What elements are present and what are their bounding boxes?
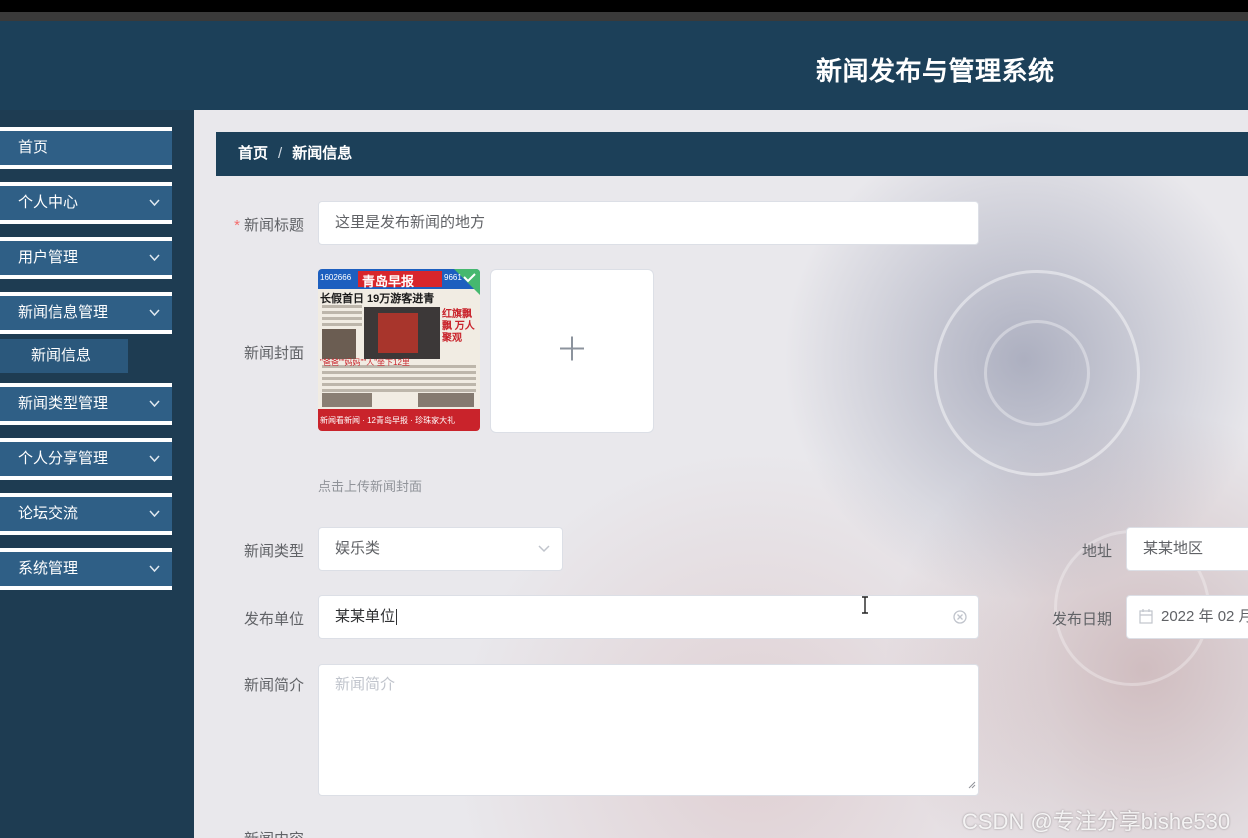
thumb-phone-left: 1602666 bbox=[320, 273, 352, 282]
breadcrumb-current: 新闻信息 bbox=[292, 145, 353, 162]
cover-label: 新闻封面 bbox=[243, 345, 304, 362]
news-type-value: 娱乐类 bbox=[335, 540, 381, 557]
window-top-bar bbox=[0, 0, 1248, 12]
sidebar-item-forum[interactable]: 论坛交流 bbox=[0, 493, 172, 535]
required-mark: * bbox=[234, 217, 240, 234]
thumb-side-text: 红旗飘飘 万人聚观 bbox=[442, 309, 475, 344]
breadcrumb-home[interactable]: 首页 bbox=[238, 145, 268, 162]
window-top-bar-edge bbox=[0, 12, 1248, 21]
chevron-down-icon bbox=[538, 528, 550, 570]
title-label: * 新闻标题 bbox=[234, 217, 304, 234]
sidebar-subitem-news-info[interactable]: 新闻信息 bbox=[0, 339, 128, 373]
cover-upload-hint: 点击上传新闻封面 bbox=[318, 479, 423, 494]
sidebar-item-label: 系统管理 bbox=[18, 560, 79, 577]
upload-cover-button[interactable] bbox=[490, 269, 654, 433]
unit-label: 发布单位 bbox=[243, 611, 304, 628]
sidebar-item-personal-center[interactable]: 个人中心 bbox=[0, 182, 172, 224]
news-type-select[interactable]: 娱乐类 bbox=[318, 527, 563, 571]
sidebar-item-label: 新闻类型管理 bbox=[18, 395, 109, 412]
address-input[interactable]: 某某地区 bbox=[1126, 527, 1248, 571]
thumb-headline: 长假首日 19万游客进青 bbox=[320, 293, 435, 305]
breadcrumb-separator: / bbox=[278, 145, 283, 162]
sidebar-item-user-management[interactable]: 用户管理 bbox=[0, 237, 172, 279]
sidebar-item-share-management[interactable]: 个人分享管理 bbox=[0, 438, 172, 480]
thumb-footer-text: 新闻看新闻 · 12青岛早报 · 珍珠家大礼 bbox=[320, 416, 456, 425]
text-cursor bbox=[396, 609, 398, 626]
chevron-down-icon bbox=[149, 387, 160, 435]
content-label: 新闻内容 bbox=[214, 828, 304, 838]
sidebar-item-label: 论坛交流 bbox=[18, 505, 79, 522]
publish-date-value: 2022 年 02 月 bbox=[1161, 608, 1248, 625]
date-label: 发布日期 bbox=[1051, 611, 1112, 628]
mouse-text-cursor-icon bbox=[860, 596, 870, 619]
sidebar-item-label: 新闻信息管理 bbox=[18, 304, 109, 321]
watermark: CSDN @专注分享bishe530 bbox=[962, 809, 1231, 834]
sidebar-item-label: 首页 bbox=[18, 139, 49, 156]
chevron-down-icon bbox=[149, 497, 160, 545]
breadcrumb: 首页 / 新闻信息 bbox=[216, 132, 1248, 176]
chevron-down-icon bbox=[149, 186, 160, 234]
summary-placeholder: 新闻简介 bbox=[335, 676, 396, 693]
sidebar: 首页 个人中心 用户管理 新闻信息管理 新闻信息 新闻类型管理 个人分享管理 论… bbox=[0, 110, 194, 838]
sidebar-item-news-type-management[interactable]: 新闻类型管理 bbox=[0, 383, 172, 425]
title-input[interactable]: 这里是发布新闻的地方 bbox=[318, 201, 979, 245]
sidebar-item-label: 用户管理 bbox=[18, 249, 79, 266]
sidebar-item-label: 个人分享管理 bbox=[18, 450, 109, 467]
chevron-down-icon bbox=[149, 241, 160, 289]
background-decor bbox=[984, 320, 1090, 426]
chevron-down-icon bbox=[149, 296, 160, 344]
cover-thumbnail[interactable]: 1602666 青岛早报 9661 长假首日 19万游客进青 红旗飘飘 万人聚观… bbox=[318, 269, 480, 431]
sidebar-item-label: 个人中心 bbox=[18, 194, 79, 211]
main-content: 首页 / 新闻信息 * 新闻标题 这里是发布新闻的地方 新闻封面 1602666… bbox=[194, 110, 1248, 838]
sidebar-item-home[interactable]: 首页 bbox=[0, 127, 172, 169]
resize-handle-icon[interactable] bbox=[968, 776, 976, 793]
chevron-down-icon bbox=[149, 442, 160, 490]
thumb-masthead: 青岛早报 bbox=[362, 274, 415, 289]
plus-icon bbox=[558, 335, 586, 368]
unit-input[interactable]: 某某单位 bbox=[318, 595, 979, 639]
type-label: 新闻类型 bbox=[243, 543, 304, 560]
summary-label: 新闻简介 bbox=[243, 677, 304, 694]
thumb-phone-right: 9661 bbox=[444, 273, 462, 282]
clear-icon[interactable] bbox=[952, 596, 968, 638]
chevron-down-icon bbox=[149, 552, 160, 600]
publish-date-picker[interactable]: 2022 年 02 月 bbox=[1126, 595, 1248, 639]
thumb-sub-headline: "爸爸""妈妈""人"坐下12里 bbox=[320, 358, 410, 367]
app-header: 新闻发布与管理系统 bbox=[0, 21, 1248, 110]
address-label: 地址 bbox=[1081, 543, 1112, 560]
app-title: 新闻发布与管理系统 bbox=[816, 57, 1055, 87]
calendar-icon bbox=[1139, 596, 1153, 638]
sidebar-subitem-label: 新闻信息 bbox=[31, 347, 92, 364]
sidebar-item-news-management[interactable]: 新闻信息管理 bbox=[0, 292, 172, 334]
sidebar-item-system-management[interactable]: 系统管理 bbox=[0, 548, 172, 590]
summary-textarea[interactable]: 新闻简介 bbox=[318, 664, 979, 796]
unit-value: 某某单位 bbox=[335, 608, 396, 625]
